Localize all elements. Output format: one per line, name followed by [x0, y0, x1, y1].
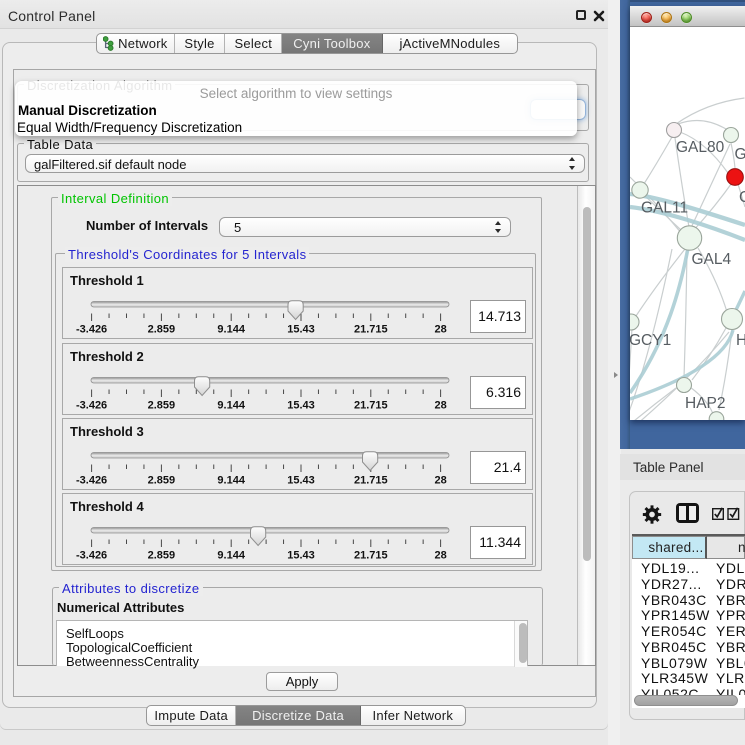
svg-text:H: H [736, 332, 745, 349]
svg-text:HAP2: HAP2 [685, 395, 726, 412]
svg-text:9.144: 9.144 [217, 550, 245, 562]
svg-text:9.144: 9.144 [217, 324, 245, 336]
svg-text:28: 28 [434, 475, 446, 487]
svg-text:28: 28 [434, 550, 446, 562]
svg-text:28: 28 [434, 324, 446, 336]
svg-text:2.859: 2.859 [148, 550, 176, 562]
svg-text:GAL80: GAL80 [676, 139, 725, 156]
svg-text:28: 28 [434, 400, 446, 412]
svg-text:21.715: 21.715 [354, 550, 388, 562]
svg-text:-3.426: -3.426 [76, 475, 107, 487]
svg-text:9.144: 9.144 [217, 400, 245, 412]
svg-text:GCY1: GCY1 [630, 332, 671, 349]
svg-text:-3.426: -3.426 [76, 400, 107, 412]
svg-text:-3.426: -3.426 [76, 550, 107, 562]
svg-text:2.859: 2.859 [148, 400, 176, 412]
svg-text:C: C [739, 189, 745, 206]
svg-text:15.43: 15.43 [287, 475, 315, 487]
svg-text:2.859: 2.859 [148, 324, 176, 336]
svg-text:2.859: 2.859 [148, 475, 176, 487]
svg-text:GAL11: GAL11 [641, 200, 688, 217]
svg-text:GA: GA [735, 146, 745, 163]
svg-text:9.144: 9.144 [217, 475, 245, 487]
svg-text:15.43: 15.43 [287, 324, 315, 336]
svg-text:21.715: 21.715 [354, 400, 388, 412]
svg-text:15.43: 15.43 [287, 400, 315, 412]
svg-text:GAL4: GAL4 [692, 251, 732, 268]
svg-text:21.715: 21.715 [354, 475, 388, 487]
svg-text:-3.426: -3.426 [76, 324, 107, 336]
svg-text:21.715: 21.715 [354, 324, 388, 336]
svg-text:15.43: 15.43 [287, 550, 315, 562]
